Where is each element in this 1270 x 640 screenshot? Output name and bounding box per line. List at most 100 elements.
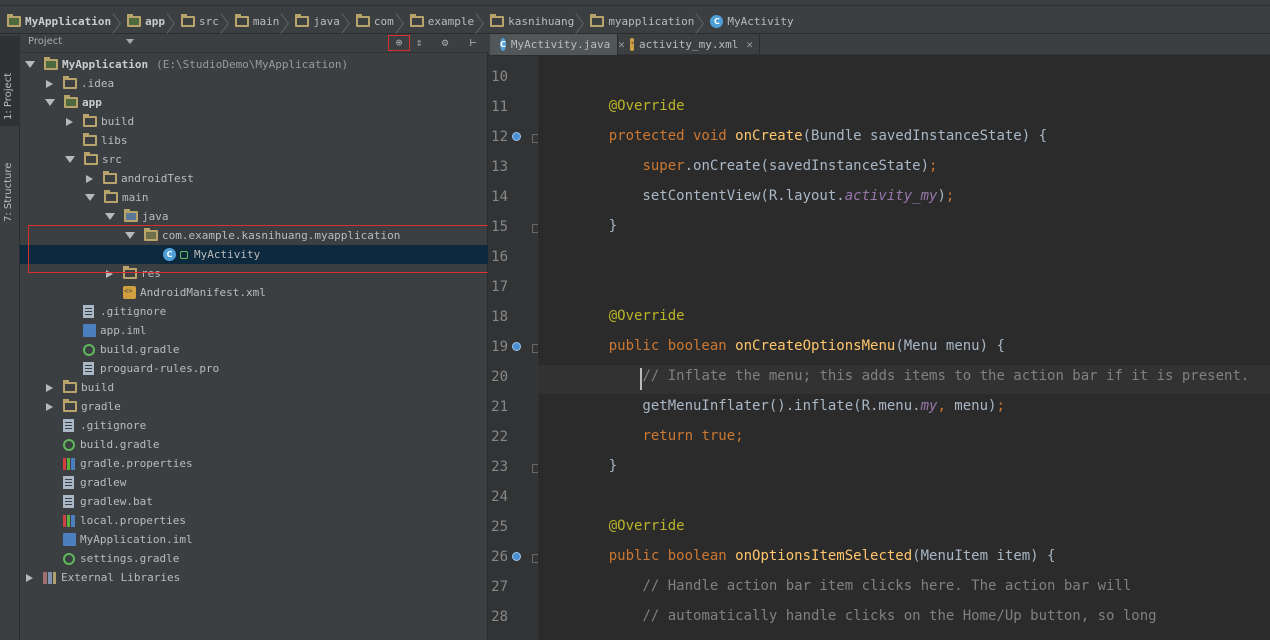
line-number: 16	[491, 249, 508, 265]
scroll-from-source-button[interactable]: ⊕	[388, 35, 410, 51]
settings-button[interactable]: ⚙	[438, 36, 452, 50]
override-marker-icon[interactable]	[512, 552, 521, 561]
collapse-arrow-icon[interactable]	[65, 156, 75, 163]
tree-item[interactable]: app.iml	[65, 321, 146, 340]
code-token: ;	[929, 158, 938, 174]
breadcrumb-label: example	[427, 14, 475, 28]
collapse-arrow-icon[interactable]	[105, 213, 115, 220]
editor-tab[interactable]: activity_my.xml ✕	[620, 34, 760, 55]
properties-file-icon	[63, 457, 75, 470]
collapse-all-button[interactable]: ⇕	[412, 36, 426, 50]
override-marker-icon[interactable]	[512, 132, 521, 141]
line-number: 18	[491, 309, 508, 325]
editor-tab[interactable]: C MyActivity.java ✕	[490, 34, 625, 55]
tree-item-label: src	[102, 153, 122, 166]
tree-item[interactable]: androidTest	[85, 169, 194, 188]
code-line: getMenuInflater().inflate(R.menu.my, men…	[575, 398, 1004, 414]
tree-item[interactable]: settings.gradle	[45, 549, 179, 568]
breadcrumb-item[interactable]: MyApplication	[4, 10, 115, 32]
source-folder-icon	[124, 209, 138, 222]
tree-item-label: .idea	[81, 77, 115, 90]
code-editor[interactable]: @Override protected void onCreate(Bundle…	[538, 56, 1270, 640]
code-token: public boolean	[608, 548, 736, 564]
tree-item-label: gradlew.bat	[80, 495, 153, 508]
tree-item[interactable]: .gitignore	[65, 302, 166, 321]
code-token: @Override	[608, 308, 685, 324]
expand-arrow-icon[interactable]	[66, 117, 73, 126]
tree-item[interactable]: local.properties	[45, 511, 186, 530]
expand-arrow-icon[interactable]	[46, 402, 53, 411]
tree-item[interactable]: gradlew	[45, 473, 126, 492]
tree-item[interactable]: External Libraries	[25, 568, 180, 587]
expand-arrow-icon[interactable]	[86, 174, 93, 183]
folder-icon	[490, 13, 505, 27]
tree-item[interactable]: main	[85, 188, 149, 207]
code-token: onCreate	[693, 158, 761, 174]
folder-icon	[180, 13, 195, 27]
line-number: 15	[491, 219, 508, 235]
code-token: onCreateOptionsMenu	[735, 338, 896, 354]
tree-item[interactable]: libs	[65, 131, 128, 150]
hide-panel-button[interactable]: ⊢	[466, 36, 480, 50]
code-token: (savedInstanceState)	[760, 158, 930, 174]
collapse-arrow-icon[interactable]	[25, 61, 35, 68]
file-icon	[83, 305, 94, 318]
tree-item[interactable]: .idea	[45, 74, 114, 93]
tree-item[interactable]: MyApplication.iml	[45, 530, 193, 549]
tree-item[interactable]: MyApplication (E:\StudioDemo\MyApplicatio…	[25, 55, 348, 74]
project-view-selector[interactable]: Project	[28, 36, 135, 47]
tree-item[interactable]: build	[65, 112, 134, 131]
gradle-icon	[83, 343, 95, 356]
tree-item-label: settings.gradle	[80, 552, 180, 565]
module-folder-icon	[7, 13, 21, 27]
expand-arrow-icon[interactable]	[46, 79, 53, 88]
tree-item[interactable]: build.gradle	[45, 435, 159, 454]
tree-item-label: .gitignore	[100, 305, 167, 318]
tree-item[interactable]: gradlew.bat	[45, 492, 153, 511]
breadcrumb-item[interactable]: kasnihuang	[487, 10, 578, 32]
collapse-arrow-icon[interactable]	[45, 99, 55, 106]
tree-item[interactable]: src	[65, 150, 122, 169]
code-token: (MenuItem item) {	[912, 548, 1056, 564]
close-icon[interactable]: ✕	[746, 38, 753, 51]
tree-item[interactable]: app	[45, 93, 102, 112]
tree-item-label: build	[81, 381, 115, 394]
file-icon	[63, 476, 74, 489]
code-token: // Inflate the menu; this adds items to …	[642, 368, 1250, 384]
line-number: 26	[491, 549, 508, 565]
expand-arrow-icon[interactable]	[46, 383, 53, 392]
expand-arrow-icon[interactable]	[26, 573, 33, 582]
tree-item[interactable]: AndroidManifest.xml	[105, 283, 266, 302]
breadcrumb-label: MyActivity	[727, 14, 794, 28]
folder-icon	[63, 76, 77, 89]
code-token: // Handle action bar item clicks here. T…	[642, 578, 1132, 594]
tree-item-label: local.properties	[80, 514, 186, 527]
line-number: 11	[491, 99, 508, 115]
breadcrumb-item[interactable]: example	[407, 10, 478, 32]
tree-item[interactable]: java	[105, 207, 169, 226]
tree-item[interactable]: build	[45, 378, 114, 397]
xml-file-icon	[123, 286, 136, 299]
structure-tool-tab[interactable]: 7: Structure	[0, 138, 20, 228]
override-marker-icon[interactable]	[512, 342, 521, 351]
line-number: 20	[491, 369, 508, 385]
project-tool-tab[interactable]: 1: Project	[0, 36, 20, 126]
collapse-arrow-icon[interactable]	[85, 194, 95, 201]
tree-item[interactable]: .gitignore	[45, 416, 146, 435]
folder-icon	[295, 13, 310, 27]
tree-item[interactable]: proguard-rules.pro	[65, 359, 219, 378]
breadcrumb-item[interactable]: myapplication	[587, 10, 698, 32]
breadcrumb-item[interactable]: C MyActivity	[707, 10, 797, 32]
breadcrumb-separator	[578, 10, 587, 32]
tree-item-label: AndroidManifest.xml	[140, 286, 266, 299]
xml-file-icon	[630, 38, 640, 51]
breadcrumb-separator	[223, 10, 232, 32]
code-token: .	[684, 158, 694, 174]
tree-item[interactable]: gradle	[45, 397, 121, 416]
editor-tabs: C MyActivity.java ✕activity_my.xml ✕	[488, 34, 1270, 55]
tree-item[interactable]: build.gradle	[65, 340, 179, 359]
tree-item-label: gradlew	[80, 476, 127, 489]
tree-item[interactable]: gradle.properties	[45, 454, 193, 473]
